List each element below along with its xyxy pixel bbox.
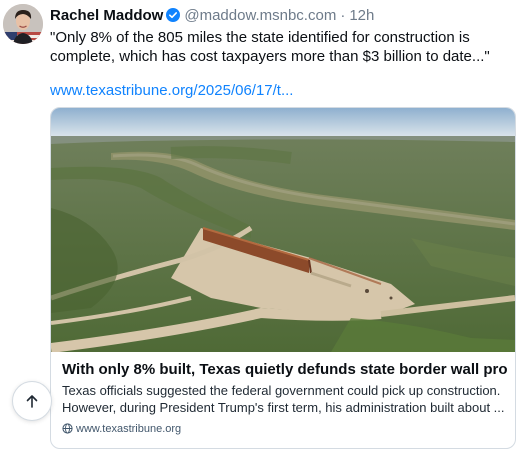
post-header: Rachel Maddow @maddow.msnbc.com · 12h	[50, 6, 374, 26]
author-name[interactable]: Rachel Maddow	[50, 7, 163, 24]
card-image	[51, 108, 515, 352]
link-preview-card[interactable]: With only 8% built, Texas quietly defund…	[50, 107, 516, 449]
scroll-to-top-button[interactable]	[12, 381, 52, 421]
globe-icon	[62, 423, 73, 434]
arrow-up-icon	[26, 395, 38, 408]
card-domain: www.texastribune.org	[62, 422, 181, 436]
separator-dot: ·	[340, 7, 346, 24]
author-handle[interactable]: @maddow.msnbc.com	[184, 7, 336, 24]
avatar[interactable]	[3, 4, 43, 44]
post-text: "Only 8% of the 805 miles the state iden…	[50, 29, 490, 65]
post-timestamp[interactable]: 12h	[349, 7, 374, 24]
card-title[interactable]: With only 8% built, Texas quietly defund…	[62, 360, 507, 379]
verified-check-icon	[166, 8, 181, 22]
card-domain-text: www.texastribune.org	[76, 423, 182, 435]
post[interactable]: Rachel Maddow @maddow.msnbc.com · 12h "Only…	[0, 0, 525, 449]
post-link[interactable]: www.texastribune.org/2025/06/17/t...	[50, 81, 293, 100]
card-description: Texas officials suggested the federal go…	[62, 383, 505, 415]
avatar-photo	[3, 4, 43, 44]
